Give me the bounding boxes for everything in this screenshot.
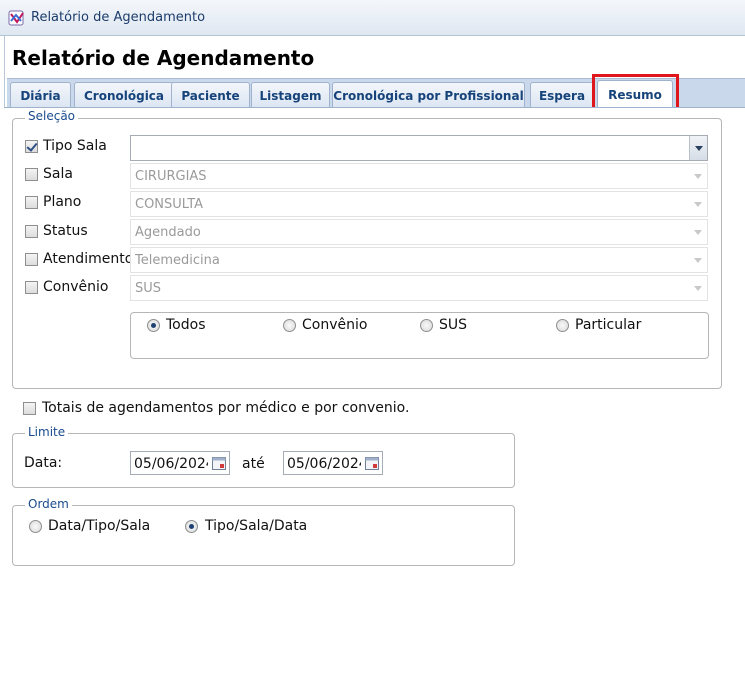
status-value: Agendado: [135, 225, 201, 240]
plano-value: CONSULTA: [135, 197, 204, 212]
tab-cronologica-por-profissional[interactable]: Cronológica por Profissional: [332, 82, 525, 108]
radio-tipo-sala-data[interactable]: [185, 520, 198, 533]
radio-particular-label: Particular: [575, 317, 642, 333]
selecao-legend: Seleção: [25, 109, 79, 123]
chevron-down-icon: [689, 220, 707, 244]
chevron-down-icon[interactable]: [689, 136, 707, 160]
window-title: Relatório de Agendamento: [31, 10, 206, 25]
radio-particular[interactable]: [556, 319, 569, 332]
data-label: Data:: [24, 455, 63, 471]
tab-listagem[interactable]: Listagem: [251, 82, 330, 108]
convenio-select: SUS: [130, 275, 708, 301]
limite-legend: Limite: [25, 425, 69, 439]
ordem-legend: Ordem: [25, 497, 72, 511]
totais-checkbox[interactable]: [23, 402, 36, 415]
convenio-label: Convênio: [43, 279, 109, 295]
radio-todos-label: Todos: [166, 317, 206, 333]
totais-label: Totais de agendamentos por médico e por …: [42, 400, 410, 416]
convenio-checkbox[interactable]: [25, 281, 38, 294]
plano-select: CONSULTA: [130, 191, 708, 217]
data-inicio-input[interactable]: 05/06/2024: [130, 451, 230, 475]
tab-diaria[interactable]: Diária: [10, 82, 71, 108]
atendimento-label: Atendimento: [43, 251, 134, 267]
plano-checkbox[interactable]: [25, 196, 38, 209]
page-title: Relatório de Agendamento: [12, 46, 315, 70]
status-checkbox[interactable]: [25, 225, 38, 238]
calendar-icon[interactable]: [211, 455, 227, 471]
radio-convenio[interactable]: [283, 319, 296, 332]
status-label: Status: [43, 223, 88, 239]
atendimento-checkbox[interactable]: [25, 253, 38, 266]
radio-tipo-sala-data-label: Tipo/Sala/Data: [205, 518, 308, 534]
chevron-down-icon: [689, 276, 707, 300]
convenio-value: SUS: [135, 281, 162, 296]
ate-label: até: [242, 456, 265, 472]
sala-select: CIRURGIAS: [130, 163, 708, 189]
data-inicio-value: 05/06/2024: [134, 456, 208, 472]
tab-espera[interactable]: Espera: [530, 82, 594, 108]
tab-paciente[interactable]: Paciente: [171, 82, 250, 108]
sala-value: CIRURGIAS: [135, 169, 207, 184]
radio-data-tipo-sala-label: Data/Tipo/Sala: [48, 518, 151, 534]
tipo-sala-checkbox[interactable]: [25, 140, 38, 153]
radio-todos[interactable]: [147, 319, 160, 332]
chevron-down-icon: [689, 164, 707, 188]
radio-data-tipo-sala[interactable]: [29, 520, 42, 533]
chevron-down-icon: [689, 248, 707, 272]
sala-checkbox[interactable]: [25, 168, 38, 181]
radio-sus-label: SUS: [439, 317, 468, 333]
atendimento-select: Telemedicina: [130, 247, 708, 273]
atendimento-value: Telemedicina: [135, 253, 220, 268]
tipo-sala-label: Tipo Sala: [43, 138, 107, 154]
ordem-group: [12, 505, 515, 566]
tipo-sala-select[interactable]: [130, 135, 708, 161]
radio-sus[interactable]: [420, 319, 433, 332]
window-titlebar: Relatório de Agendamento: [0, 0, 745, 36]
sala-label: Sala: [43, 166, 73, 182]
plano-label: Plano: [43, 194, 82, 210]
status-select: Agendado: [130, 219, 708, 245]
data-fim-value: 05/06/2024: [287, 456, 361, 472]
radio-convenio-label: Convênio: [302, 317, 368, 333]
tab-cronologica[interactable]: Cronológica: [74, 82, 174, 108]
chevron-down-icon: [689, 192, 707, 216]
app-icon: [8, 10, 24, 25]
data-fim-input[interactable]: 05/06/2024: [283, 451, 383, 475]
calendar-icon[interactable]: [364, 455, 380, 471]
